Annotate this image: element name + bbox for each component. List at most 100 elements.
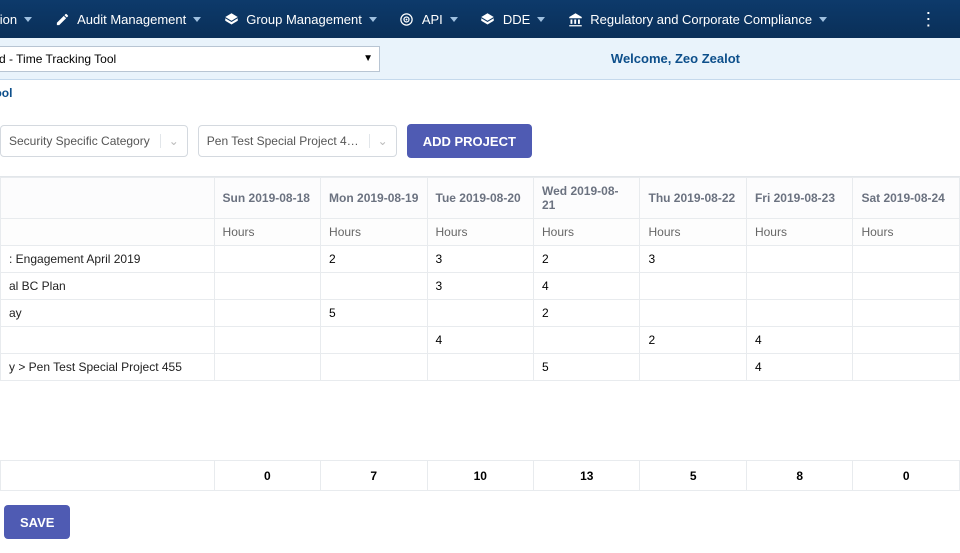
total-cell: 0 — [853, 461, 960, 491]
hours-cell[interactable] — [427, 300, 533, 327]
hours-cell[interactable] — [640, 354, 746, 381]
hours-cell[interactable] — [640, 273, 746, 300]
hours-cell[interactable]: 5 — [534, 354, 640, 381]
hours-cell[interactable] — [853, 273, 960, 300]
total-cell: 0 — [214, 461, 320, 491]
hours-cell[interactable] — [321, 273, 427, 300]
totals-row: 071013580 — [1, 461, 960, 491]
sub-bar: Dashboard - Time Tracking Tool ▼ Welcome… — [0, 38, 960, 80]
header-day: Sun 2019-08-18 — [214, 178, 320, 219]
totals-label — [1, 461, 215, 491]
hours-cell[interactable] — [534, 327, 640, 354]
hours-cell[interactable]: 4 — [746, 354, 852, 381]
header-sub — [1, 219, 215, 246]
more-icon[interactable]: ⋮ — [919, 9, 935, 30]
hours-cell[interactable] — [214, 273, 320, 300]
breadcrumb-text: king Tool — [0, 86, 12, 100]
category-select[interactable]: Security Specific Category ⌄ — [0, 125, 188, 157]
header-sub: Hours — [640, 219, 746, 246]
nav-item-audit[interactable]: Audit Management — [54, 11, 201, 27]
hours-cell[interactable] — [853, 246, 960, 273]
save-button[interactable]: SAVE — [4, 505, 70, 539]
welcome-text: Welcome, Zeo Zealot — [611, 51, 740, 66]
breadcrumb: king Tool — [0, 80, 960, 106]
project-select[interactable]: Pen Test Special Project 4… ⌄ — [198, 125, 397, 157]
hours-cell[interactable] — [214, 246, 320, 273]
hours-cell[interactable] — [746, 246, 852, 273]
hours-cell[interactable]: 2 — [534, 246, 640, 273]
hours-cell[interactable] — [321, 327, 427, 354]
header-sub: Hours — [746, 219, 852, 246]
hours-cell[interactable] — [321, 354, 427, 381]
dropdown-icon: ▼ — [363, 53, 373, 64]
chevron-down-icon — [819, 17, 827, 22]
total-cell: 8 — [746, 461, 852, 491]
chevron-down-icon — [369, 17, 377, 22]
header-day: Tue 2019-08-20 — [427, 178, 533, 219]
header-row-hours: Hours Hours Hours Hours Hours Hours Hour… — [1, 219, 960, 246]
dashboard-select[interactable]: Dashboard - Time Tracking Tool ▼ — [0, 46, 380, 72]
row-project-name: ay — [1, 300, 215, 327]
target-icon — [399, 11, 415, 27]
hours-cell[interactable] — [214, 300, 320, 327]
nav-item-solution[interactable]: s Solution — [0, 12, 32, 27]
layers-icon — [480, 11, 496, 27]
nav-label: Audit Management — [77, 12, 186, 27]
header-row-days: Sun 2019-08-18 Mon 2019-08-19 Tue 2019-0… — [1, 178, 960, 219]
header-sub: Hours — [534, 219, 640, 246]
hours-cell[interactable]: 4 — [534, 273, 640, 300]
nav-item-compliance[interactable]: Regulatory and Corporate Compliance — [567, 11, 827, 27]
bottom-bar: ⌄ SAVE — [0, 491, 960, 553]
bank-icon — [567, 11, 583, 27]
dashboard-select-label: Dashboard - Time Tracking Tool — [0, 52, 116, 66]
header-day: Fri 2019-08-23 — [746, 178, 852, 219]
header-day: Sat 2019-08-24 — [853, 178, 960, 219]
hours-cell[interactable] — [853, 300, 960, 327]
nav-label: API — [422, 12, 443, 27]
nav-item-dde[interactable]: DDE — [480, 11, 545, 27]
row-project-name: al BC Plan — [1, 273, 215, 300]
hours-cell[interactable]: 2 — [534, 300, 640, 327]
header-sub: Hours — [853, 219, 960, 246]
hours-cell[interactable] — [214, 327, 320, 354]
hours-cell[interactable] — [746, 273, 852, 300]
header-project — [1, 178, 215, 219]
hours-cell[interactable]: 2 — [640, 327, 746, 354]
chevron-down-icon: ⌄ — [160, 134, 179, 148]
category-label: Security Specific Category — [9, 134, 150, 148]
hours-cell[interactable]: 2 — [321, 246, 427, 273]
hours-cell[interactable]: 4 — [746, 327, 852, 354]
hours-cell[interactable]: 3 — [640, 246, 746, 273]
hours-cell[interactable] — [853, 327, 960, 354]
hours-cell[interactable] — [853, 354, 960, 381]
hours-cell[interactable]: 5 — [321, 300, 427, 327]
timesheet-grid: Sun 2019-08-18 Mon 2019-08-19 Tue 2019-0… — [0, 176, 960, 491]
edit-icon — [54, 11, 70, 27]
chevron-down-icon: ⌄ — [369, 134, 388, 148]
total-cell: 7 — [321, 461, 427, 491]
layers-icon — [223, 11, 239, 27]
row-project-name: : Engagement April 2019 — [1, 246, 215, 273]
hours-cell[interactable]: 3 — [427, 246, 533, 273]
header-sub: Hours — [321, 219, 427, 246]
hours-cell[interactable]: 3 — [427, 273, 533, 300]
nav-label: DDE — [503, 12, 530, 27]
nav-item-api[interactable]: API — [399, 11, 458, 27]
table-row: : Engagement April 20192323 — [1, 246, 960, 273]
hours-cell[interactable] — [640, 300, 746, 327]
row-project-name — [1, 327, 215, 354]
hours-cell[interactable] — [214, 354, 320, 381]
hours-cell[interactable] — [427, 354, 533, 381]
chevron-down-icon — [450, 17, 458, 22]
nav-item-group[interactable]: Group Management — [223, 11, 377, 27]
nav-label: Group Management — [246, 12, 362, 27]
hours-cell[interactable] — [746, 300, 852, 327]
total-cell: 10 — [427, 461, 533, 491]
chevron-down-icon — [537, 17, 545, 22]
add-project-button[interactable]: ADD PROJECT — [407, 124, 532, 158]
table-row: ay 5 2 — [1, 300, 960, 327]
total-cell: 5 — [640, 461, 746, 491]
chevron-down-icon — [193, 17, 201, 22]
table-row: al BC Plan 34 — [1, 273, 960, 300]
hours-cell[interactable]: 4 — [427, 327, 533, 354]
